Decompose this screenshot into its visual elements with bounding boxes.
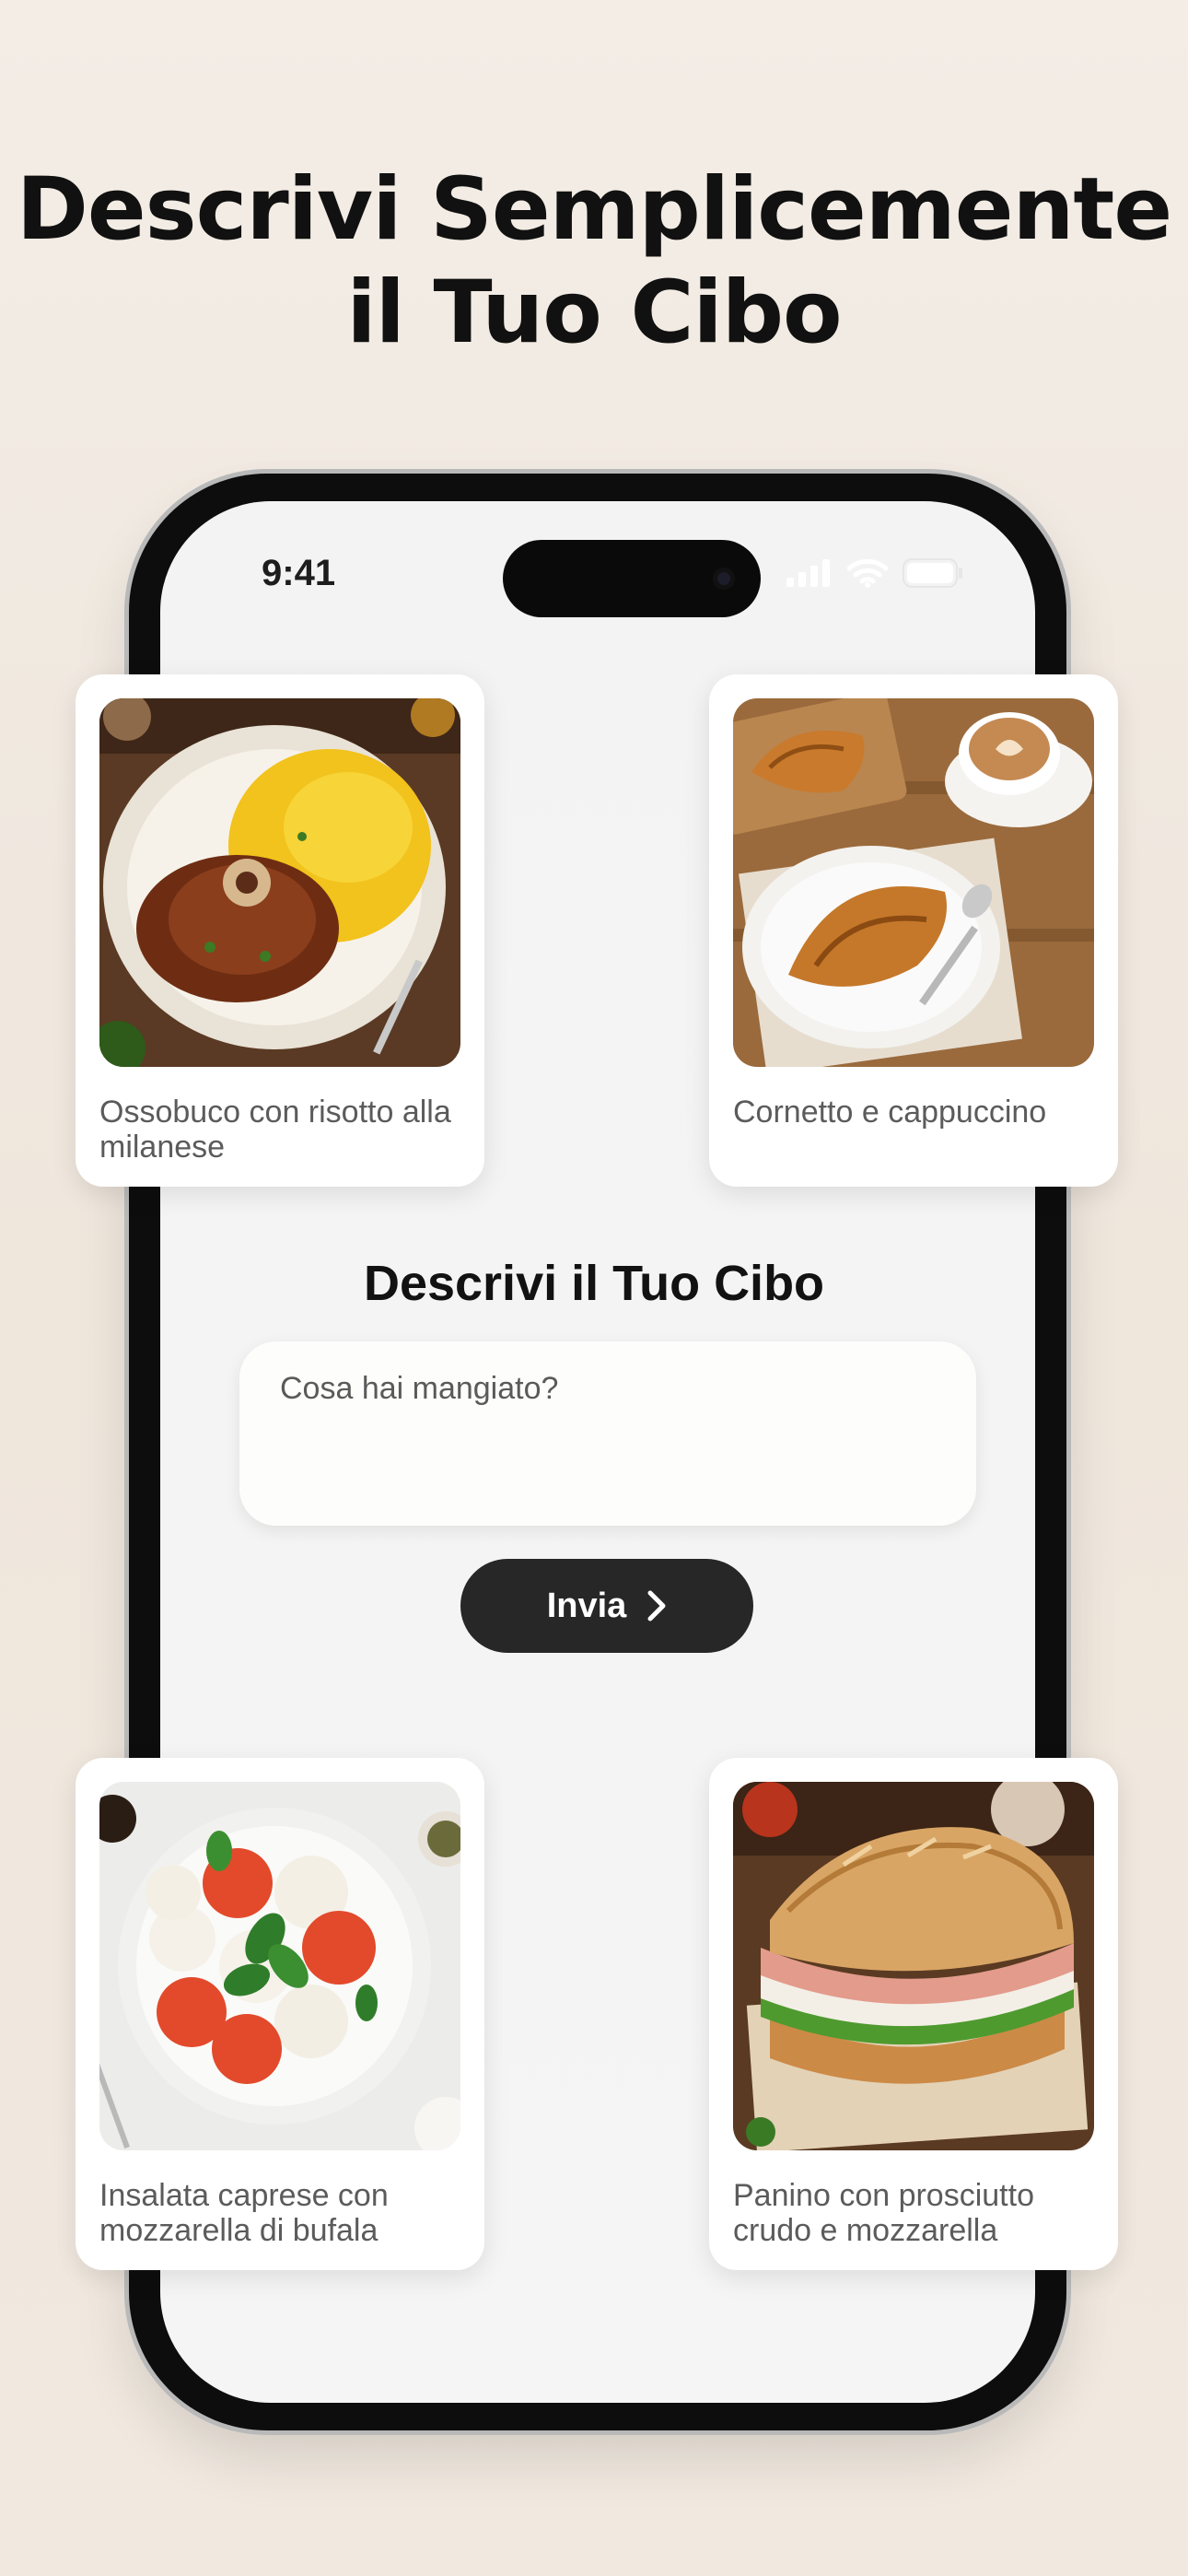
cornetto-photo	[733, 698, 1094, 1067]
send-button-label: Invia	[546, 1586, 627, 1625]
card-caption: Cornetto e cappuccino	[733, 1095, 1047, 1130]
food-description-input[interactable]: Cosa hai mangiato?	[239, 1341, 976, 1526]
card-caption: Panino con prosciutto crudo e mozzarella	[733, 2178, 1034, 2248]
input-placeholder: Cosa hai mangiato?	[280, 1371, 559, 1406]
card-caption: Ossobuco con risotto alla milanese	[99, 1095, 451, 1165]
headline-line-1: Descrivi Semplicemente	[16, 159, 1172, 260]
headline-line-2: il Tuo Cibo	[346, 263, 842, 363]
send-button[interactable]: Invia	[460, 1559, 753, 1653]
status-icons	[786, 558, 963, 588]
food-card[interactable]: Cornetto e cappuccino	[709, 674, 1118, 1187]
panino-photo	[733, 1782, 1094, 2150]
card-caption: Insalata caprese con mozzarella di bufal…	[99, 2178, 389, 2248]
wifi-icon	[847, 558, 888, 588]
headline: Descrivi Semplicemente il Tuo Cibo	[0, 158, 1188, 365]
food-card[interactable]: Panino con prosciutto crudo e mozzarella	[709, 1758, 1118, 2270]
form-title: Descrivi il Tuo Cibo	[363, 1256, 825, 1311]
signal-icon	[786, 559, 830, 587]
food-card[interactable]: Ossobuco con risotto alla milanese	[76, 674, 484, 1187]
battery-icon	[903, 558, 962, 588]
food-card[interactable]: Insalata caprese con mozzarella di bufal…	[76, 1758, 484, 2270]
chevron-right-icon	[647, 1590, 666, 1622]
ossobuco-photo	[99, 698, 460, 1067]
status-time: 9:41	[262, 553, 336, 593]
caprese-photo	[99, 1782, 460, 2150]
dynamic-island	[503, 540, 761, 617]
